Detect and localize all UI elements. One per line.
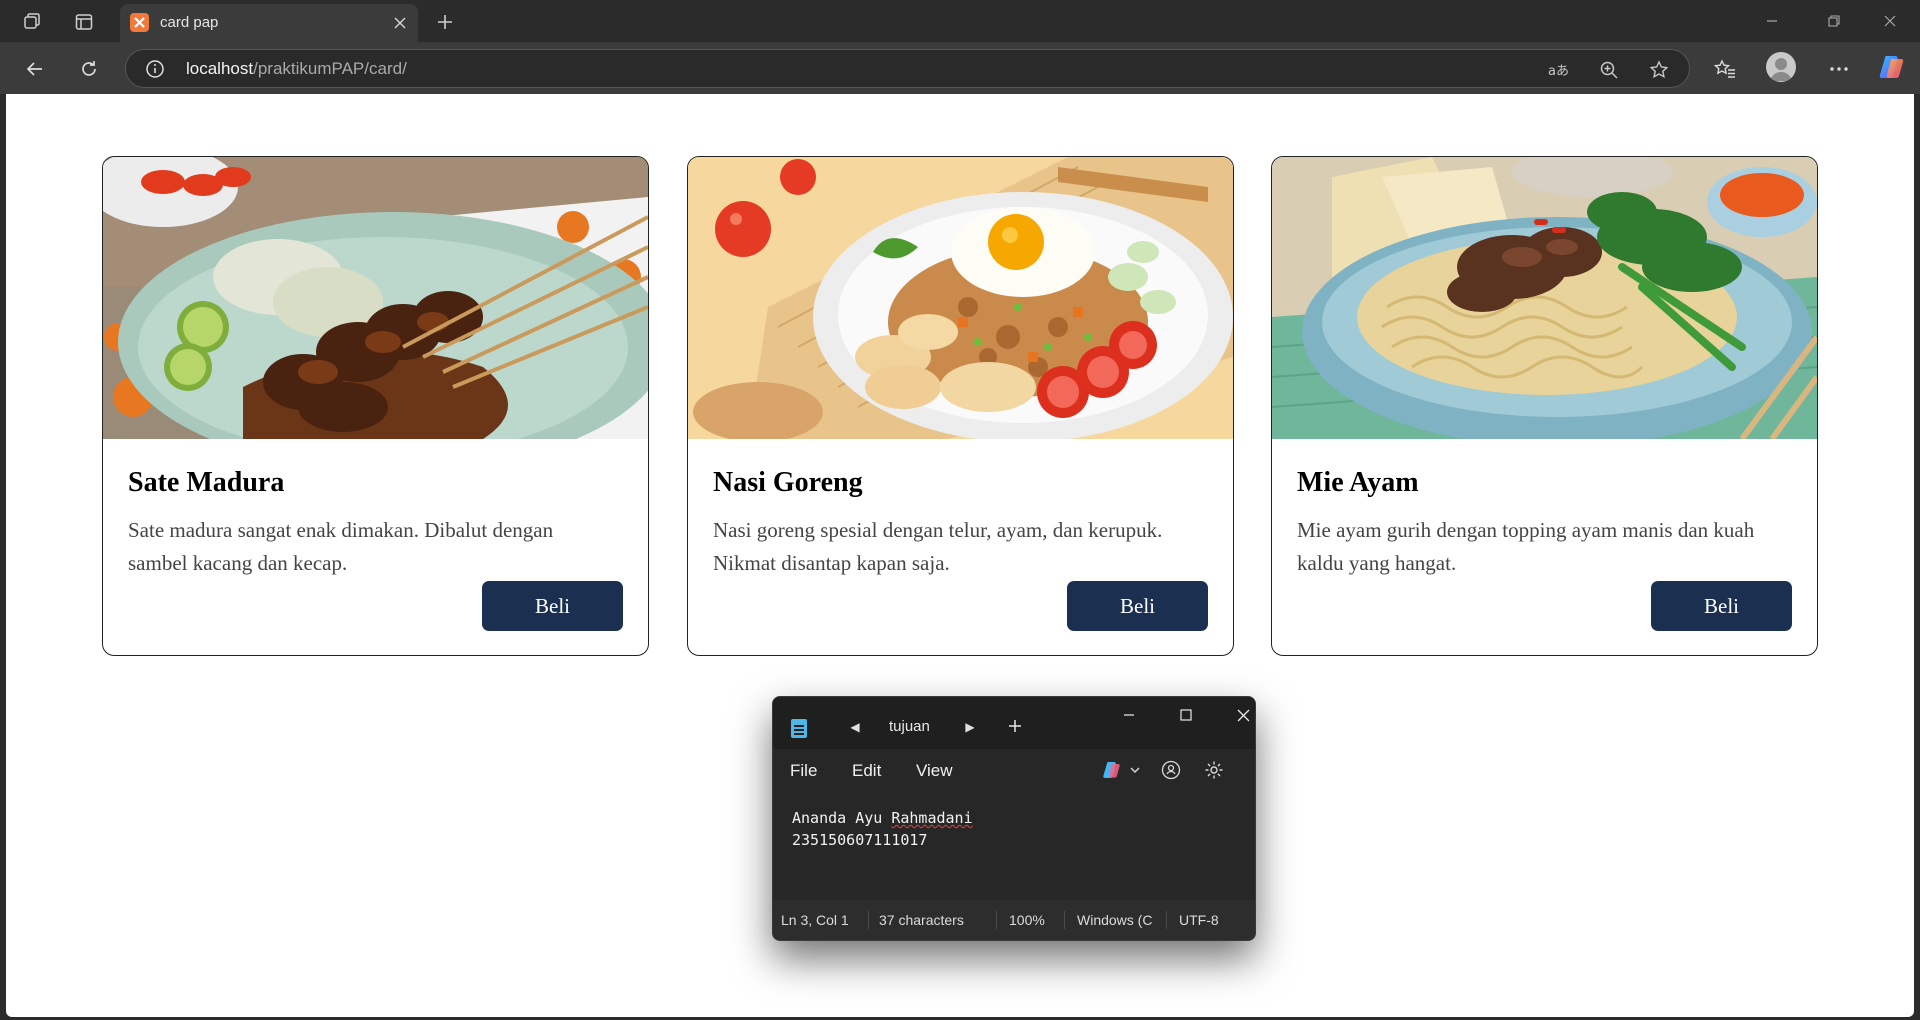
profile-avatar[interactable] [1766, 52, 1796, 82]
favorite-star-icon[interactable] [1646, 57, 1672, 83]
sate-madura-image [103, 157, 648, 472]
reload-icon[interactable] [72, 52, 106, 86]
address-bar[interactable]: localhost/praktikumPAP/card/ aあ [125, 49, 1690, 88]
zoom-icon[interactable] [1596, 57, 1622, 83]
status-encoding: UTF-8 [1179, 912, 1219, 928]
browser-toolbar: localhost/praktikumPAP/card/ aあ [0, 42, 1920, 94]
text-line-2: 235150607111017 [792, 831, 928, 849]
next-tab-icon[interactable]: ▶ [958, 715, 982, 739]
card-title: Nasi Goreng [713, 467, 863, 498]
minimize-window-button[interactable] [1752, 6, 1792, 36]
notepad-window: ◀ tujuan ▶ File Edit View Ananda Ayu Rah… [772, 696, 1256, 941]
card-description: Sate madura sangat enak dimakan. Dibalut… [128, 518, 554, 575]
notepad-minimize-button[interactable] [1109, 701, 1149, 729]
text-line-name-part: Ananda Ayu [792, 809, 892, 827]
settings-gear-icon[interactable] [1202, 758, 1226, 782]
menu-edit[interactable]: Edit [852, 761, 881, 781]
notepad-new-tab-button[interactable] [1002, 713, 1028, 739]
notepad-text-area[interactable]: Ananda Ayu Rahmadani 235150607111017 [773, 789, 1255, 897]
notepad-menubar: File Edit View [773, 749, 1255, 789]
buy-button[interactable]: Beli [1067, 581, 1208, 631]
status-divider [996, 911, 997, 929]
notepad-titlebar[interactable]: ◀ tujuan ▶ [773, 697, 1255, 749]
tab-title: card pap [160, 14, 219, 31]
food-card-mie-ayam: Mie Ayam Mie ayam gurih dengan topping a… [1271, 156, 1818, 656]
copilot-icon[interactable] [1100, 758, 1124, 782]
notepad-tab-title[interactable]: tujuan [889, 718, 930, 735]
notepad-maximize-button[interactable] [1166, 701, 1206, 729]
menu-file[interactable]: File [790, 761, 817, 781]
notepad-statusbar: Ln 3, Col 1 37 characters 100% Windows (… [773, 900, 1255, 940]
food-card-sate-madura: Sate Madura Sate madura sangat enak dima… [102, 156, 649, 656]
xampp-favicon-icon [130, 13, 149, 32]
buy-button[interactable]: Beli [482, 581, 623, 631]
status-cursor-position: Ln 3, Col 1 [781, 912, 849, 928]
close-window-button[interactable] [1870, 6, 1910, 36]
status-divider [1166, 911, 1167, 929]
vertical-tabs-icon[interactable] [70, 8, 98, 36]
nasi-goreng-image [688, 157, 1233, 442]
card-title: Mie Ayam [1297, 467, 1419, 498]
status-character-count: 37 characters [879, 912, 964, 928]
workspaces-icon[interactable] [18, 8, 46, 36]
mie-ayam-image [1272, 157, 1817, 447]
site-info-icon[interactable] [144, 58, 166, 80]
back-arrow-icon[interactable] [18, 52, 52, 86]
misspelled-word: Rahmadani [891, 809, 973, 827]
status-line-ending: Windows (C [1077, 912, 1153, 928]
url-host: localhost [186, 59, 254, 78]
notepad-close-button[interactable] [1223, 701, 1255, 729]
card-description: Mie ayam gurih dengan topping ayam manis… [1297, 518, 1755, 575]
status-divider [1064, 911, 1065, 929]
chevron-down-icon[interactable] [1123, 758, 1147, 782]
restore-window-button[interactable] [1814, 6, 1854, 36]
status-zoom[interactable]: 100% [1009, 912, 1045, 928]
svg-text:aあ: aあ [1548, 64, 1569, 79]
close-tab-icon[interactable] [388, 11, 412, 35]
url-text[interactable]: localhost/praktikumPAP/card/ [186, 59, 407, 79]
notepad-app-icon [791, 719, 807, 738]
url-path: /praktikumPAP/card/ [253, 59, 407, 78]
account-icon[interactable] [1159, 758, 1183, 782]
food-card-nasi-goreng: Nasi Goreng Nasi goreng spesial dengan t… [687, 156, 1234, 656]
browser-tabstrip: card pap [0, 0, 1920, 42]
browser-tab-active[interactable]: card pap [120, 4, 418, 42]
card-description: Nasi goreng spesial dengan telur, ayam, … [713, 518, 1163, 575]
menu-view[interactable]: View [916, 761, 953, 781]
copilot-icon[interactable] [1878, 53, 1906, 81]
new-tab-button[interactable] [430, 8, 460, 36]
buy-button[interactable]: Beli [1651, 581, 1792, 631]
favorites-collection-icon[interactable] [1708, 52, 1742, 86]
read-aloud-translate-icon[interactable]: aあ [1546, 57, 1572, 83]
previous-tab-icon[interactable]: ◀ [843, 715, 867, 739]
card-title: Sate Madura [128, 467, 285, 498]
status-divider [868, 911, 869, 929]
text-line-1: Ananda Ayu Rahmadani [792, 809, 973, 827]
more-options-icon[interactable] [1822, 52, 1856, 86]
